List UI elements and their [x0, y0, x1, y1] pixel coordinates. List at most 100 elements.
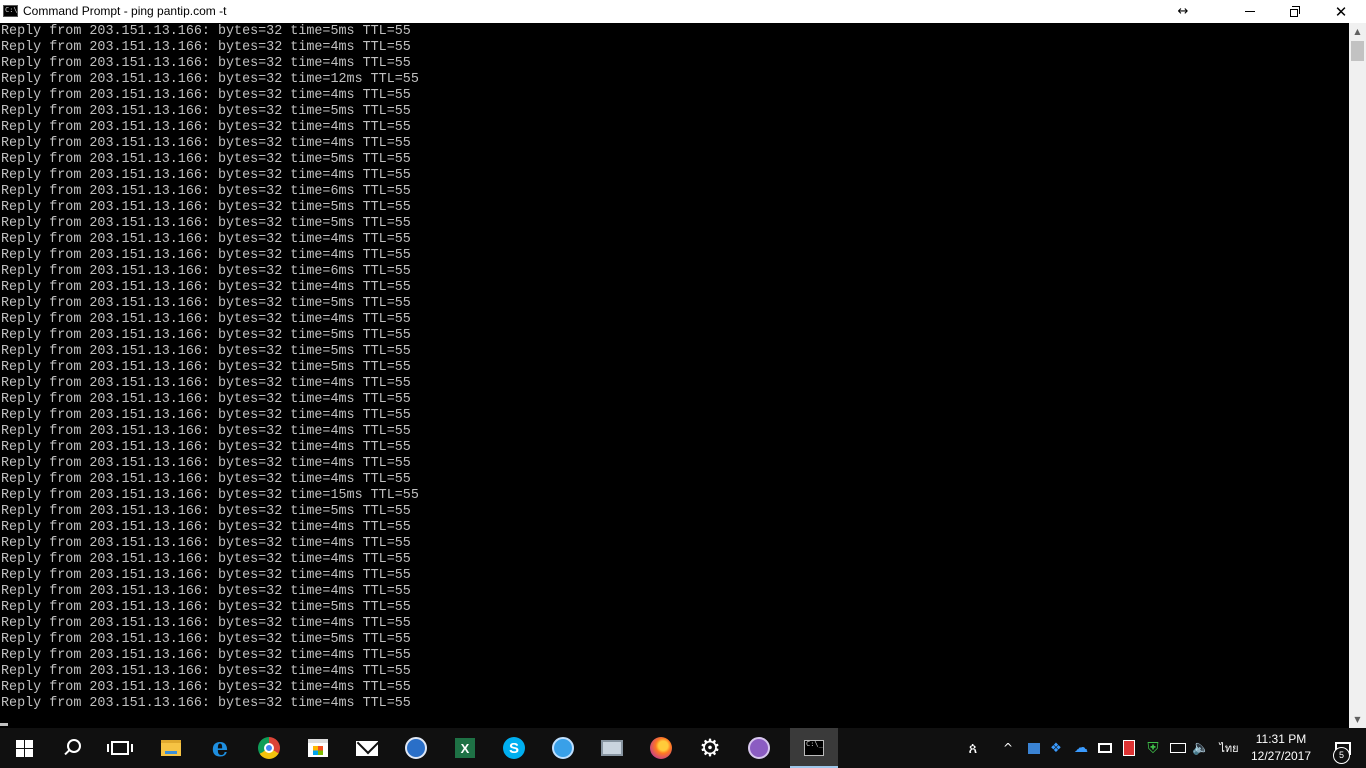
scroll-up-button[interactable]: ▲ [1349, 23, 1366, 40]
text-cursor [0, 723, 8, 726]
scroll-down-button[interactable]: ▼ [1349, 711, 1366, 728]
console-line: Reply from 203.151.13.166: bytes=32 time… [1, 120, 411, 135]
console-line: Reply from 203.151.13.166: bytes=32 time… [1, 440, 411, 455]
console-line: Reply from 203.151.13.166: bytes=32 time… [1, 584, 411, 599]
store-icon [308, 739, 328, 757]
console-line: Reply from 203.151.13.166: bytes=32 time… [1, 616, 411, 631]
console-line: Reply from 203.151.13.166: bytes=32 time… [1, 392, 411, 407]
clock-time: 11:31 PM [1255, 732, 1307, 746]
clock[interactable]: 11:31 PM 12/27/2017 [1244, 728, 1318, 768]
taskbar-bittorrent[interactable] [735, 728, 783, 768]
taskbar-remote-desktop[interactable] [588, 728, 636, 768]
console-line: Reply from 203.151.13.166: bytes=32 time… [1, 680, 411, 695]
console-line: Reply from 203.151.13.166: bytes=32 time… [1, 360, 411, 375]
console-line: Reply from 203.151.13.166: bytes=32 time… [1, 552, 411, 567]
console-line: Reply from 203.151.13.166: bytes=32 time… [1, 376, 411, 391]
command-prompt-icon[interactable]: C:\ [3, 5, 18, 17]
close-button[interactable]: ✕ [1318, 0, 1364, 23]
people-icon[interactable]: ጰ [960, 728, 986, 768]
window-title: Command Prompt - ping pantip.com -t [23, 4, 227, 18]
volume-icon[interactable]: 🔈 [1190, 728, 1212, 768]
taskbar-store[interactable] [294, 728, 342, 768]
taskbar-skype[interactable]: S [490, 728, 538, 768]
console-line: Reply from 203.151.13.166: bytes=32 time… [1, 24, 411, 39]
restore-button[interactable] [1272, 0, 1318, 23]
title-bar[interactable]: C:\ Command Prompt - ping pantip.com -t … [0, 0, 1366, 23]
chrome-icon [258, 737, 280, 759]
network-icon[interactable] [1095, 728, 1115, 768]
console-line: Reply from 203.151.13.166: bytes=32 time… [1, 472, 411, 487]
console-line: Reply from 203.151.13.166: bytes=32 time… [1, 280, 411, 295]
taskbar-file-explorer[interactable] [147, 728, 195, 768]
taskbar-edge[interactable]: e [196, 728, 244, 768]
language-indicator[interactable]: ไทย [1216, 728, 1242, 768]
console-line: Reply from 203.151.13.166: bytes=32 time… [1, 632, 411, 647]
restore-icon [1290, 5, 1300, 17]
console-line: Reply from 203.151.13.166: bytes=32 time… [1, 600, 411, 615]
battery-icon[interactable] [1168, 728, 1188, 768]
clock-date: 12/27/2017 [1250, 749, 1312, 763]
minimize-button[interactable] [1227, 0, 1273, 23]
console-line: Reply from 203.151.13.166: bytes=32 time… [1, 56, 411, 71]
folder-icon [161, 740, 181, 756]
taskbar-firefox[interactable] [637, 728, 685, 768]
console-line: Reply from 203.151.13.166: bytes=32 time… [1, 88, 411, 103]
mouse-icon [405, 737, 427, 759]
console-line: Reply from 203.151.13.166: bytes=32 time… [1, 488, 419, 503]
console-line: Reply from 203.151.13.166: bytes=32 time… [1, 344, 411, 359]
console-line: Reply from 203.151.13.166: bytes=32 time… [1, 456, 411, 471]
excel-icon: X [455, 738, 475, 758]
console-line: Reply from 203.151.13.166: bytes=32 time… [1, 504, 411, 519]
console-line: Reply from 203.151.13.166: bytes=32 time… [1, 248, 411, 263]
taskbar-command-prompt[interactable]: C:\_ [790, 728, 838, 768]
console-line: Reply from 203.151.13.166: bytes=32 time… [1, 408, 411, 423]
gear-icon: ⚙ [699, 734, 721, 762]
console-output[interactable]: Reply from 203.151.13.166: bytes=32 time… [0, 23, 1349, 728]
torrent-icon [748, 737, 770, 759]
console-line: Reply from 203.151.13.166: bytes=32 time… [1, 696, 411, 711]
screen-icon [601, 740, 623, 756]
resize-arrows-icon: ↔ [1177, 4, 1189, 19]
console-line: Reply from 203.151.13.166: bytes=32 time… [1, 184, 411, 199]
console-line: Reply from 203.151.13.166: bytes=32 time… [1, 568, 411, 583]
console-line: Reply from 203.151.13.166: bytes=32 time… [1, 168, 411, 183]
console-line: Reply from 203.151.13.166: bytes=32 time… [1, 536, 411, 551]
firefox-icon [650, 737, 672, 759]
taskbar-lync[interactable] [539, 728, 587, 768]
edge-icon: e [211, 733, 229, 763]
vertical-scrollbar[interactable]: ▲ ▼ [1349, 23, 1366, 728]
console-line: Reply from 203.151.13.166: bytes=32 time… [1, 520, 411, 535]
lync-icon [552, 737, 574, 759]
search-icon [63, 739, 81, 757]
console-line: Reply from 203.151.13.166: bytes=32 time… [1, 72, 419, 87]
console-line: Reply from 203.151.13.166: bytes=32 time… [1, 216, 411, 231]
mail-icon [356, 740, 378, 756]
taskbar-mouse-app[interactable] [392, 728, 440, 768]
cmd-icon: C:\_ [804, 740, 824, 756]
show-hidden-icons-button[interactable]: ^ [998, 728, 1018, 768]
taskbar: e X S ⚙ C:\_ ጰ ^ ❖ ☁ ⛨ 🔈 ไทย 11:31 PM 12… [0, 728, 1366, 768]
tray-red-app-icon[interactable] [1120, 728, 1138, 768]
windows-icon [15, 739, 33, 757]
console-line: Reply from 203.151.13.166: bytes=32 time… [1, 200, 411, 215]
notification-count-badge: 5 [1333, 747, 1350, 764]
task-view-button[interactable] [96, 728, 144, 768]
console-line: Reply from 203.151.13.166: bytes=32 time… [1, 648, 411, 663]
console-line: Reply from 203.151.13.166: bytes=32 time… [1, 232, 411, 247]
task-view-icon [107, 741, 133, 755]
taskbar-chrome[interactable] [245, 728, 293, 768]
scroll-thumb[interactable] [1351, 41, 1364, 61]
console-line: Reply from 203.151.13.166: bytes=32 time… [1, 328, 411, 343]
onedrive-icon[interactable]: ☁ [1070, 728, 1092, 768]
taskbar-excel[interactable]: X [441, 728, 489, 768]
security-shield-icon[interactable]: ⛨ [1143, 728, 1163, 768]
tray-app-icon[interactable] [1024, 728, 1044, 768]
search-button[interactable] [48, 728, 96, 768]
dropbox-icon[interactable]: ❖ [1046, 728, 1066, 768]
console-line: Reply from 203.151.13.166: bytes=32 time… [1, 312, 411, 327]
console-line: Reply from 203.151.13.166: bytes=32 time… [1, 152, 411, 167]
start-button[interactable] [0, 728, 48, 768]
taskbar-settings[interactable]: ⚙ [686, 728, 734, 768]
console-line: Reply from 203.151.13.166: bytes=32 time… [1, 296, 411, 311]
taskbar-mail[interactable] [343, 728, 391, 768]
